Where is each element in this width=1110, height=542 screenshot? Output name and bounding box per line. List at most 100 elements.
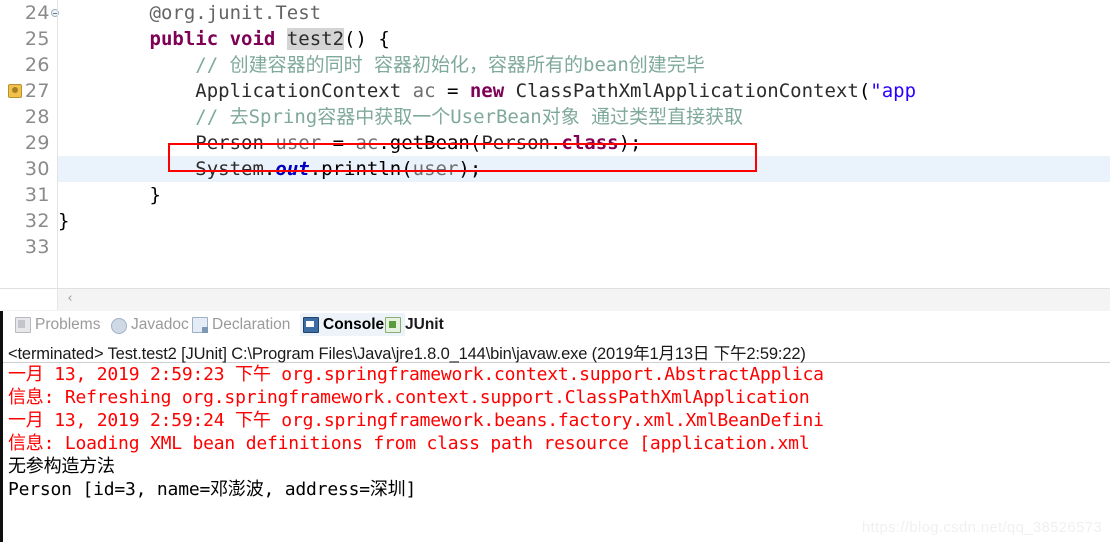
- gutter-row[interactable]: 26: [0, 52, 58, 78]
- gutter-row[interactable]: 24: [0, 0, 59, 26]
- code-token: (: [858, 80, 871, 102]
- code-token: );: [458, 158, 482, 180]
- bottom-view-panel: ProblemsJavadocDeclarationConsole✕JUnit …: [0, 311, 1110, 542]
- editor-horizontal-scrollbar[interactable]: ‹: [0, 288, 1110, 311]
- code-line[interactable]: Person user = ac.getBean(Person.class);: [58, 130, 1110, 156]
- code-token: }: [58, 184, 161, 206]
- launch-config-line: <terminated> Test.test2 [JUnit] C:\Progr…: [8, 340, 1103, 364]
- warning-icon[interactable]: [8, 84, 22, 98]
- code-line[interactable]: }: [58, 182, 1110, 208]
- code-line[interactable]: // 去Spring容器中获取一个UserBean对象 通过类型直接获取: [58, 104, 1110, 130]
- gutter-row[interactable]: 30: [0, 156, 58, 182]
- code-token: out: [275, 158, 310, 180]
- line-number: 33: [24, 236, 50, 258]
- code-token: System: [195, 158, 264, 180]
- code-line[interactable]: // 创建容器的同时 容器初始化，容器所有的bean创建完毕: [58, 52, 1110, 78]
- gutter-row[interactable]: 33: [0, 234, 58, 260]
- code-token: // 去Spring容器中获取一个UserBean对象 通过类型直接获取: [195, 106, 744, 128]
- gutter-row[interactable]: 32: [0, 208, 58, 234]
- gutter-row[interactable]: 25: [0, 26, 58, 52]
- line-number: 24: [24, 2, 50, 24]
- code-token: ApplicationContext: [195, 80, 402, 102]
- code-token: }: [58, 210, 70, 232]
- code-token: user: [412, 158, 459, 180]
- code-token: .: [549, 132, 562, 154]
- code-token: .getBean(: [378, 132, 482, 154]
- code-line[interactable]: }: [58, 208, 1110, 234]
- code-token: public: [149, 28, 219, 50]
- code-token: void: [229, 28, 276, 50]
- javadoc-icon: [111, 317, 127, 334]
- code-line[interactable]: public void test2() {: [58, 26, 1110, 52]
- tab-label: Problems: [35, 316, 101, 333]
- problems-icon: [15, 316, 31, 333]
- tab-javadoc[interactable]: Javadoc: [111, 313, 189, 336]
- tab-problems[interactable]: Problems: [15, 313, 100, 336]
- code-token: @org.junit.Test: [149, 2, 322, 24]
- gutter-row[interactable]: 28: [0, 104, 58, 130]
- console-icon: [303, 316, 319, 333]
- code-line[interactable]: System.out.println(user);: [58, 156, 1110, 182]
- eclipse-window: 24 25 26 27 28 29 30 31 32 33 @org.junit.Test pub…: [0, 0, 1110, 542]
- code-token: ClassPathXmlApplicationContext: [515, 80, 859, 102]
- gutter-row[interactable]: 31: [0, 182, 58, 208]
- code-token: // 创建容器的同时 容器初始化，容器所有的bean创建完毕: [195, 54, 705, 76]
- line-number: 31: [24, 184, 50, 206]
- console-line: 一月 13, 2019 2:59:23 下午 org.springframewo…: [8, 364, 824, 385]
- console-line: 一月 13, 2019 2:59:24 下午 org.springframewo…: [8, 410, 824, 431]
- code-token: class: [561, 132, 619, 154]
- declaration-icon: [192, 316, 208, 333]
- code-editor[interactable]: 24 25 26 27 28 29 30 31 32 33 @org.junit.Test pub…: [0, 0, 1110, 311]
- tab-declaration[interactable]: Declaration: [192, 313, 290, 336]
- watermark-text: https://blog.csdn.net/qq_38526573: [861, 519, 1102, 536]
- scroll-left-arrow-icon[interactable]: ‹: [62, 291, 78, 307]
- code-token: .println(: [309, 158, 413, 180]
- tab-label: JUnit: [405, 316, 444, 333]
- code-line[interactable]: [58, 234, 1110, 260]
- line-number: 25: [24, 28, 50, 50]
- console-output[interactable]: 一月 13, 2019 2:59:23 下午 org.springframewo…: [8, 363, 1108, 501]
- launch-config-text: <terminated> Test.test2 [JUnit] C:\Progr…: [8, 345, 806, 363]
- gutter-row[interactable]: 27: [0, 78, 58, 104]
- line-number: 28: [24, 106, 50, 128]
- code-token: user: [275, 132, 322, 154]
- code-token: .: [263, 158, 276, 180]
- view-tab-bar[interactable]: ProblemsJavadocDeclarationConsole✕JUnit: [3, 311, 1110, 337]
- scrollbar-left-cap: [0, 289, 58, 310]
- code-line[interactable]: @org.junit.Test: [58, 0, 1110, 26]
- code-token: Person: [481, 132, 550, 154]
- code-text-area[interactable]: @org.junit.Test public void test2() { //…: [58, 0, 1110, 290]
- panel-left-edge: [0, 311, 3, 542]
- code-token: Person: [195, 132, 264, 154]
- console-line: 无参构造方法: [8, 456, 115, 477]
- console-line: 信息: Refreshing org.springframework.conte…: [8, 387, 810, 408]
- line-number-gutter[interactable]: 24 25 26 27 28 29 30 31 32 33: [0, 0, 59, 290]
- console-line: Person [id=3, name=邓澎波, address=深圳]: [8, 479, 417, 500]
- code-token: new: [469, 80, 505, 102]
- line-number: 29: [24, 132, 50, 154]
- tab-junit[interactable]: JUnit: [385, 313, 444, 336]
- code-token: =: [435, 80, 470, 102]
- code-token: () {: [344, 28, 390, 50]
- code-token: ac: [355, 132, 379, 154]
- gutter-row[interactable]: 29: [0, 130, 58, 156]
- code-line[interactable]: ApplicationContext ac = new ClassPathXml…: [58, 78, 1110, 104]
- code-token: =: [321, 132, 356, 154]
- junit-icon: [385, 316, 401, 333]
- line-number: 30: [24, 158, 50, 180]
- code-token: ac: [412, 80, 436, 102]
- code-token: test2: [286, 28, 345, 50]
- code-token: );: [618, 132, 642, 154]
